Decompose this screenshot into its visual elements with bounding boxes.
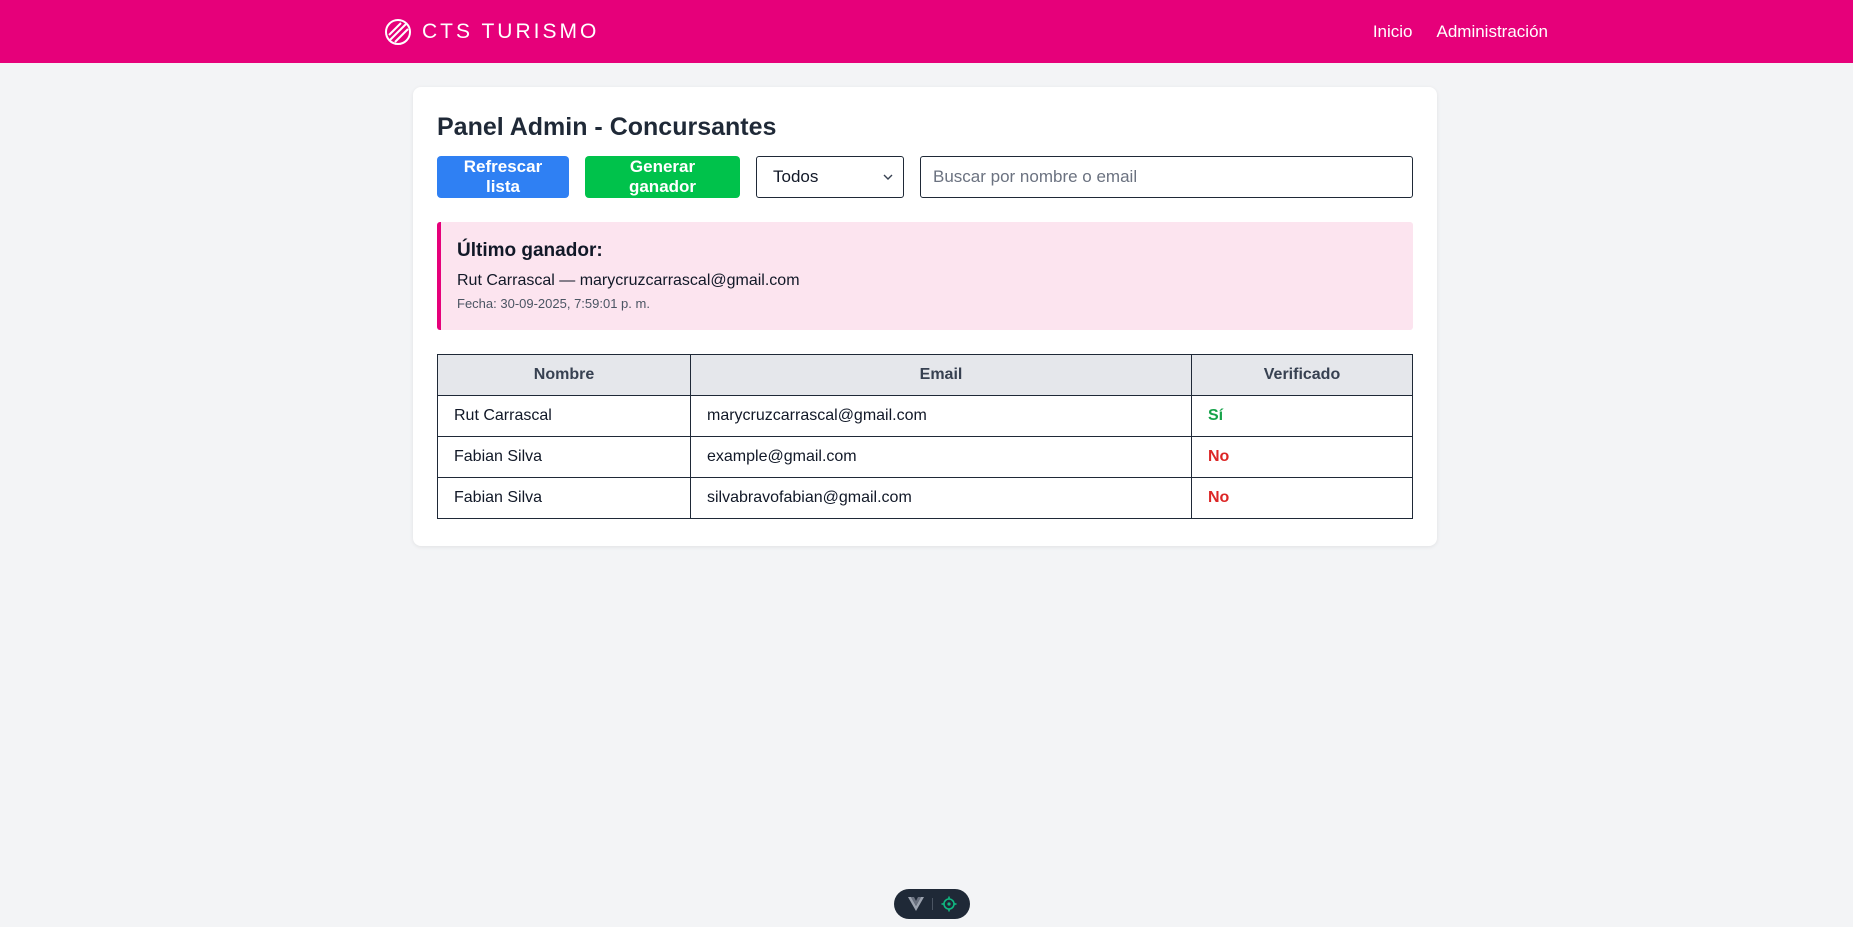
last-winner-banner: Último ganador: Rut Carrascal — marycruz… bbox=[437, 222, 1413, 330]
column-header-nombre[interactable]: Nombre bbox=[437, 354, 691, 396]
column-header-email[interactable]: Email bbox=[690, 354, 1192, 396]
cell-nombre: Fabian Silva bbox=[437, 436, 691, 478]
verification-filter-select[interactable]: Todos bbox=[756, 156, 904, 198]
cell-nombre: Rut Carrascal bbox=[437, 395, 691, 437]
table-row[interactable]: Fabian Silva silvabravofabian@gmail.com … bbox=[437, 477, 1413, 519]
table-header-row: Nombre Email Verificado bbox=[437, 354, 1413, 396]
table-row[interactable]: Fabian Silva example@gmail.com No bbox=[437, 436, 1413, 478]
cell-verificado: Sí bbox=[1191, 395, 1413, 437]
winner-heading: Último ganador: bbox=[457, 240, 603, 261]
nav-link-administracion[interactable]: Administración bbox=[1437, 22, 1549, 42]
brand-logo-icon bbox=[385, 18, 411, 45]
search-input[interactable] bbox=[920, 156, 1413, 198]
generate-winner-button[interactable]: Generar ganador bbox=[585, 156, 740, 198]
column-header-verificado[interactable]: Verificado bbox=[1191, 354, 1413, 396]
table-row[interactable]: Rut Carrascal marycruzcarrascal@gmail.co… bbox=[437, 395, 1413, 437]
refresh-list-button[interactable]: Refrescar lista bbox=[437, 156, 569, 198]
admin-panel-card: Panel Admin - Concursantes Refrescar lis… bbox=[413, 87, 1437, 546]
winner-details: Rut Carrascal — marycruzcarrascal@gmail.… bbox=[457, 272, 800, 289]
page-title: Panel Admin - Concursantes bbox=[437, 113, 777, 141]
nav-link-inicio[interactable]: Inicio bbox=[1373, 22, 1413, 42]
vue-devtools-toggle[interactable] bbox=[894, 889, 970, 919]
filter-selected-value: Todos bbox=[773, 167, 819, 186]
vue-logo-icon bbox=[907, 897, 924, 911]
brand[interactable]: CTS TURISMO bbox=[384, 18, 599, 46]
cell-email: marycruzcarrascal@gmail.com bbox=[690, 395, 1192, 437]
cell-verificado: No bbox=[1191, 477, 1413, 519]
cell-email: silvabravofabian@gmail.com bbox=[690, 477, 1192, 519]
cell-verificado: No bbox=[1191, 436, 1413, 478]
top-navbar: CTS TURISMO Inicio Administración bbox=[0, 0, 1853, 63]
winner-date: Fecha: 30-09-2025, 7:59:01 p. m. bbox=[457, 296, 650, 311]
cell-nombre: Fabian Silva bbox=[437, 477, 691, 519]
toolbar: Refrescar lista Generar ganador Todos bbox=[437, 156, 1413, 198]
chevron-down-icon bbox=[883, 174, 893, 180]
cell-email: example@gmail.com bbox=[690, 436, 1192, 478]
target-icon bbox=[941, 896, 956, 912]
contestants-table: Nombre Email Verificado Rut Carrascal ma… bbox=[437, 354, 1413, 519]
devtools-separator bbox=[931, 898, 933, 910]
main-nav: Inicio Administración bbox=[1373, 22, 1548, 42]
brand-name: CTS TURISMO bbox=[422, 19, 600, 43]
